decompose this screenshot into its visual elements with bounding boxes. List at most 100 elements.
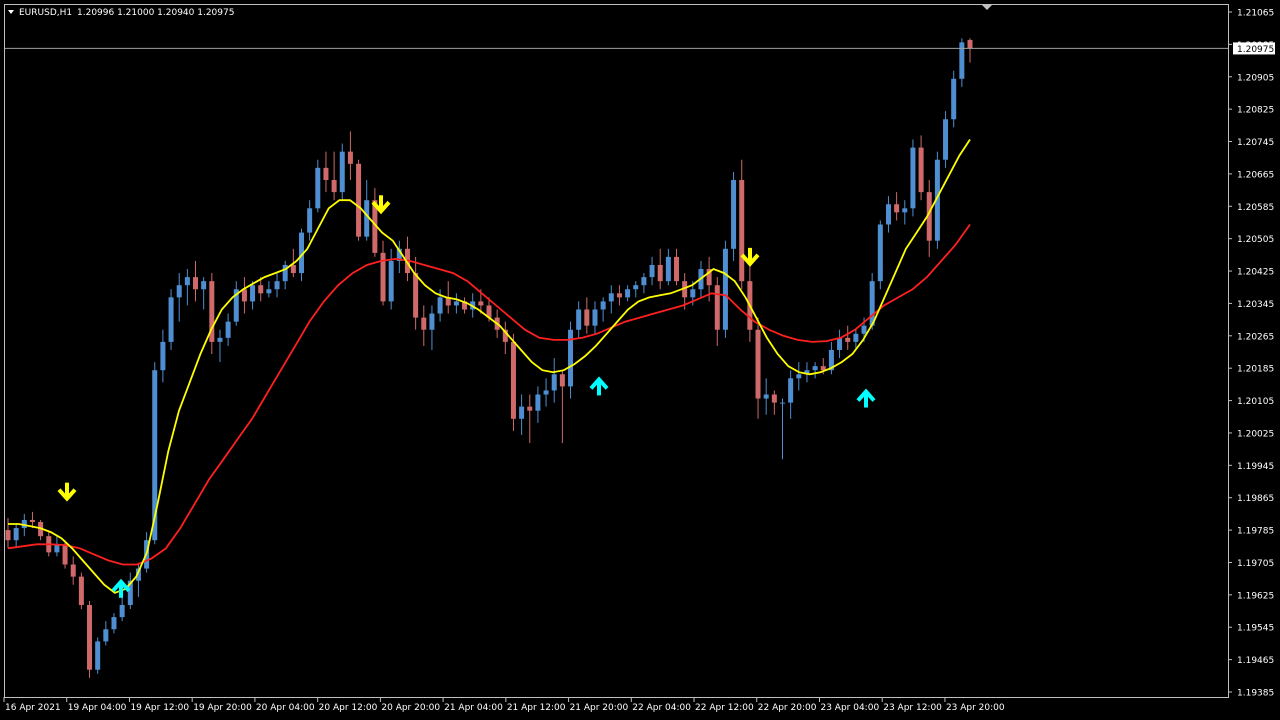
candle [356, 159, 362, 241]
candle-body [722, 248, 728, 330]
candle-body [853, 333, 859, 342]
y-tick-label: 1.21065 [1237, 9, 1274, 19]
candle-body [641, 277, 647, 286]
candle-body [633, 285, 639, 290]
candle-body [13, 528, 19, 541]
candle-body [763, 394, 769, 399]
candle [95, 637, 101, 674]
candle-body [845, 337, 851, 342]
y-tick-label: 1.20825 [1237, 106, 1274, 116]
candle-body [910, 147, 916, 209]
candle-body [551, 374, 557, 391]
candle-body [160, 341, 166, 371]
candle-body [902, 208, 908, 213]
candle-body [600, 301, 606, 310]
y-tick-label: 1.19945 [1237, 462, 1274, 472]
candle-body [959, 42, 965, 79]
candle-body [861, 325, 867, 334]
x-tick-label: 23 Apr 12:00 [883, 703, 942, 713]
candle-body [543, 390, 549, 395]
candle-body [70, 564, 76, 577]
candle-body [413, 273, 419, 318]
x-tick-label: 23 Apr 04:00 [820, 703, 879, 713]
candle-body [894, 204, 900, 213]
y-tick-label: 1.19785 [1237, 527, 1274, 537]
x-tick-label: 22 Apr 20:00 [758, 703, 817, 713]
candle-body [657, 264, 663, 282]
candle [168, 289, 174, 350]
y-tick-label: 1.20665 [1237, 170, 1274, 180]
candle-body [176, 285, 182, 298]
candle-body [201, 281, 207, 290]
x-tick-label: 20 Apr 12:00 [319, 703, 378, 713]
candle-body [608, 293, 614, 302]
x-tick-label: 22 Apr 04:00 [632, 703, 691, 713]
x-tick-label: 21 Apr 04:00 [444, 703, 503, 713]
x-tick-label: 20 Apr 04:00 [256, 703, 315, 713]
candle-body [755, 329, 761, 399]
price-chart[interactable]: 1.210651.209851.209051.208251.207451.206… [0, 0, 1280, 720]
candle [339, 143, 345, 201]
candle-body [779, 402, 785, 404]
y-tick-label: 1.20185 [1237, 365, 1274, 375]
candle-body [339, 151, 345, 193]
x-tick-label: 16 Apr 2021 [5, 703, 61, 713]
ohlc-label: 1.20996 1.21000 1.20940 1.20975 [77, 8, 234, 18]
candle-body [78, 576, 84, 605]
candle-body [258, 285, 264, 294]
x-tick-label: 20 Apr 20:00 [381, 703, 440, 713]
candle [78, 572, 84, 610]
candle-body [877, 224, 883, 282]
candle-body [535, 394, 541, 411]
x-tick-label: 21 Apr 20:00 [570, 703, 629, 713]
candle-body [347, 151, 353, 164]
x-tick-label: 22 Apr 12:00 [695, 703, 754, 713]
x-tick-label: 19 Apr 04:00 [68, 703, 127, 713]
candle-body [87, 604, 93, 670]
candle-body [568, 329, 574, 387]
y-tick-label: 1.20505 [1237, 235, 1274, 245]
candle-body [788, 378, 794, 403]
x-tick-label: 19 Apr 20:00 [193, 703, 252, 713]
candle-body [918, 147, 924, 193]
candle-body [690, 289, 696, 298]
candle-body [478, 301, 484, 306]
candle-body [796, 374, 802, 379]
candle [87, 600, 93, 678]
x-tick-label: 21 Apr 12:00 [507, 703, 566, 713]
candle-body [837, 337, 843, 350]
y-tick-label: 1.20345 [1237, 300, 1274, 310]
y-tick-label: 1.20265 [1237, 332, 1274, 342]
candle-body [119, 604, 125, 618]
symbol-label: EURUSD,H1 [19, 8, 72, 18]
candle [209, 273, 215, 355]
candle-body [453, 301, 459, 306]
chart-container[interactable]: 1.210651.209851.209051.208251.207451.206… [0, 0, 1280, 720]
candle-body [307, 208, 313, 233]
candle [877, 220, 883, 290]
candle [951, 70, 957, 128]
candle-body [95, 641, 101, 670]
candle-body [869, 281, 875, 326]
y-tick-label: 1.20425 [1237, 268, 1274, 278]
candle [731, 171, 737, 261]
chart-background [0, 0, 1280, 720]
candle-body [885, 204, 891, 225]
y-tick-label: 1.20905 [1237, 73, 1274, 83]
candle-body [111, 617, 117, 630]
y-tick-label: 1.19385 [1237, 689, 1274, 699]
candle-body [951, 78, 957, 120]
candle-body [510, 341, 516, 419]
candle-body [592, 309, 598, 326]
candle-body [559, 374, 565, 387]
candle-body [266, 289, 272, 294]
y-tick-label: 1.20025 [1237, 429, 1274, 439]
candle-body [250, 285, 256, 302]
candle-body [388, 260, 394, 302]
candle-body [519, 406, 525, 419]
candle-body [29, 519, 35, 522]
candle-body [193, 277, 199, 290]
candle-body [714, 285, 720, 330]
y-tick-label: 1.20745 [1237, 138, 1274, 148]
candle-body [103, 629, 109, 642]
